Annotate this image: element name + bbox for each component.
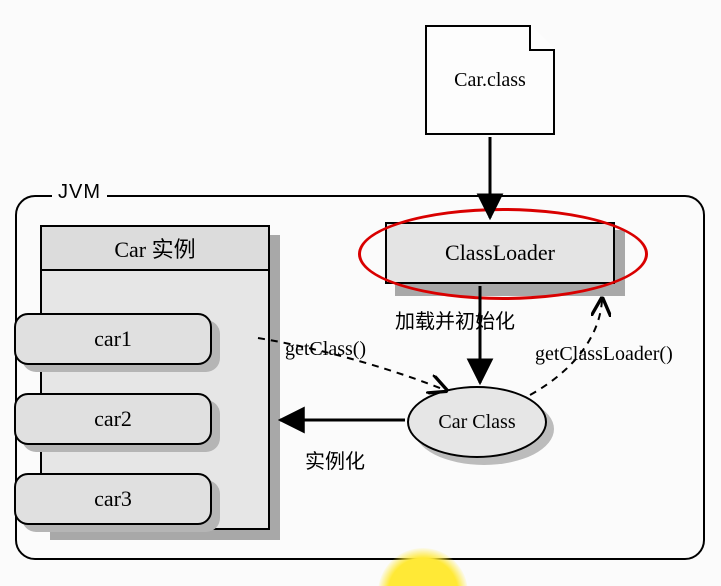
edge-label-getclassloader: getClassLoader() (535, 343, 673, 366)
edge-label-getclass: getClass() (285, 338, 366, 361)
instance-item-car2: car2 (14, 393, 212, 445)
carclass-node: Car Class (407, 386, 547, 458)
classloader-node: ClassLoader (385, 222, 615, 284)
jvm-label: JVM (52, 181, 107, 204)
edge-label-load-init: 加载并初始化 (395, 305, 515, 334)
file-label: Car.class (454, 69, 526, 92)
carclass-label: Car Class (438, 411, 515, 434)
instance-item-car3: car3 (14, 473, 212, 525)
file-document-node: Car.class (425, 25, 555, 135)
edge-label-instantiate: 实例化 (305, 445, 365, 474)
instance-item-car1: car1 (14, 313, 212, 365)
page-fold-icon (529, 25, 555, 51)
instances-header: Car 实例 (42, 227, 268, 271)
diagram-stage: Car.class JVM Car 实例 car1 car2 car3 Clas… (0, 0, 721, 586)
classloader-label: ClassLoader (445, 240, 555, 266)
